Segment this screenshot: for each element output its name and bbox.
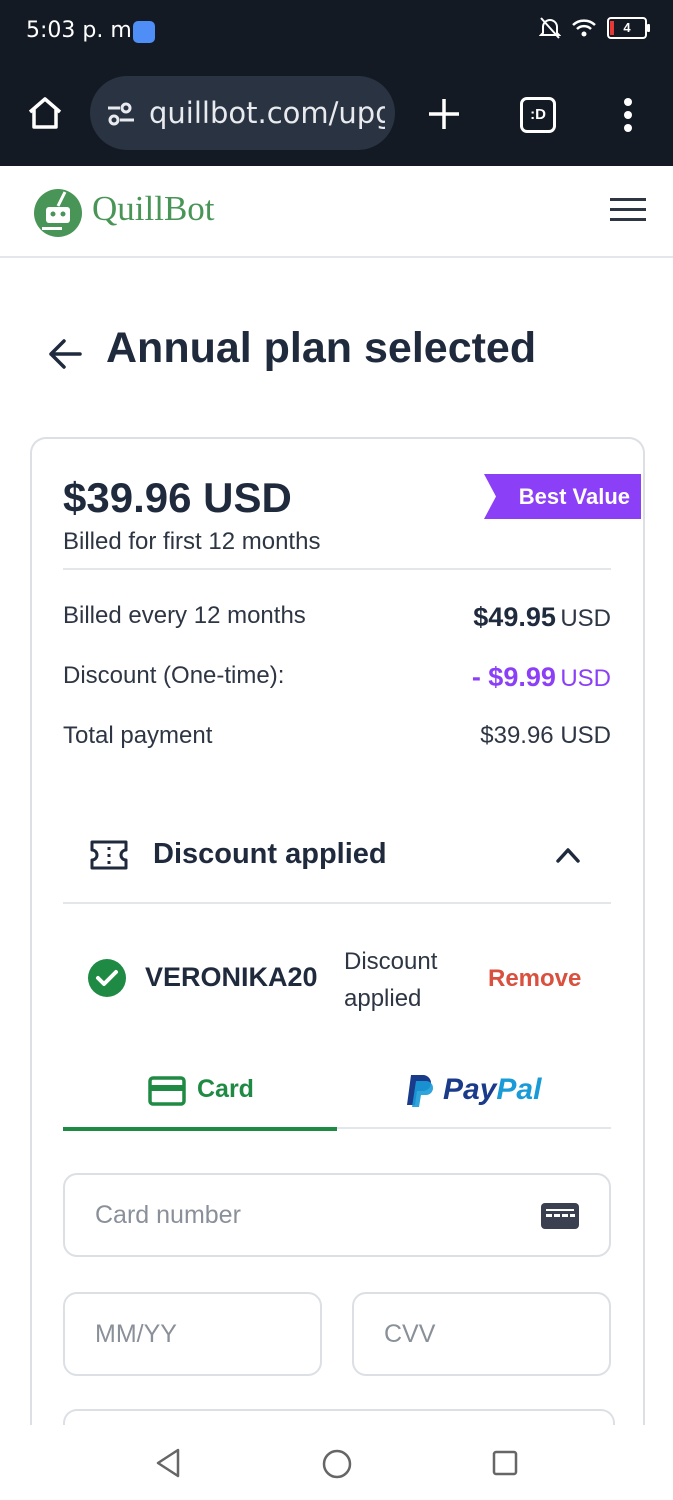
plan-price: $39.96 USD [63, 474, 292, 521]
billed-currency: USD [560, 605, 611, 632]
site-settings-icon[interactable] [106, 101, 136, 127]
browser-toolbar: quillbot.com/upgrade :D [0, 64, 673, 166]
battery-icon: 4 [607, 17, 650, 39]
nav-recents-icon[interactable] [492, 1450, 518, 1476]
page-title-row: Annual plan selected [48, 324, 648, 384]
plan-billing-note: Billed for first 12 months [63, 528, 321, 555]
page-title: Annual plan selected [106, 324, 537, 372]
expiry-input[interactable] [95, 1294, 274, 1374]
address-bar[interactable]: quillbot.com/upgrade [90, 76, 395, 150]
site-header: QuillBot [0, 167, 673, 258]
paypal-text-pal: Pal [496, 1073, 542, 1106]
total-row: Total payment $39.96 USD [63, 722, 611, 758]
plan-summary-card: $39.96 USD Billed for first 12 months Be… [30, 437, 645, 1479]
paypal-logo-text[interactable]: PayPal [443, 1073, 541, 1107]
discount-amount: - $9.99 [471, 662, 556, 692]
nav-back-icon[interactable] [155, 1448, 181, 1478]
card-type-icon [541, 1203, 579, 1229]
wifi-icon [572, 19, 596, 37]
status-bar: 5:03 p. m. 4 [0, 0, 673, 64]
divider [63, 568, 611, 570]
paypal-icon [407, 1075, 433, 1107]
credit-card-icon [148, 1076, 186, 1106]
discount-currency: USD [560, 665, 611, 692]
discount-row: Discount (One-time): - $9.99 USD [63, 662, 611, 698]
applied-code-row: VERONIKA20 Discount applied Remove [63, 937, 611, 1027]
billed-label: Billed every 12 months [63, 602, 306, 629]
more-options-icon[interactable] [623, 98, 633, 132]
tab-switcher-button[interactable]: :D [520, 97, 556, 133]
discount-accordion-header[interactable]: Discount applied [63, 814, 611, 904]
card-number-input[interactable] [95, 1175, 476, 1255]
new-tab-icon[interactable] [426, 96, 462, 132]
home-icon[interactable] [26, 95, 64, 131]
tab-paypal[interactable]: PayPal [337, 1059, 611, 1127]
chevron-up-icon[interactable] [556, 847, 580, 863]
cvv-input[interactable] [384, 1294, 563, 1374]
url-text[interactable]: quillbot.com/upgrade [149, 96, 385, 130]
tab-card[interactable]: Card [63, 1059, 337, 1131]
status-icons: 4 [539, 16, 650, 40]
mute-icon [539, 17, 561, 39]
best-value-badge: Best Value [484, 474, 641, 519]
system-navigation-bar [0, 1425, 673, 1500]
billed-row: Billed every 12 months $49.95 USD [63, 602, 611, 638]
cvv-field[interactable] [352, 1292, 611, 1376]
discount-title[interactable]: Discount applied [153, 838, 387, 871]
logo-text[interactable]: QuillBot [92, 189, 215, 229]
billed-value: $49.95 USD [473, 602, 611, 633]
discount-label: Discount (One-time): [63, 662, 285, 689]
discount-status: Discount applied [344, 948, 438, 1012]
badge-label: Best Value [518, 484, 630, 509]
total-value: $39.96 USD [480, 722, 611, 749]
status-time: 5:03 p. m. [26, 18, 139, 43]
back-arrow-icon[interactable] [48, 338, 82, 370]
paypal-text-pay: Pay [443, 1073, 497, 1106]
discount-code: VERONIKA20 [145, 962, 318, 992]
notification-icon [133, 21, 155, 43]
expiry-field[interactable] [63, 1292, 322, 1376]
discount-value: - $9.99 USD [472, 662, 611, 693]
check-circle-icon [88, 959, 126, 997]
card-number-field[interactable] [63, 1173, 611, 1257]
remove-discount-button[interactable]: Remove [488, 965, 581, 993]
billed-amount: $49.95 [473, 602, 556, 632]
nav-home-icon[interactable] [322, 1449, 352, 1479]
hamburger-menu-icon[interactable] [610, 197, 646, 223]
coupon-icon [90, 840, 128, 870]
total-label: Total payment [63, 722, 213, 749]
tab-card-label[interactable]: Card [197, 1075, 254, 1104]
payment-method-tabs: Card PayPal [63, 1059, 611, 1131]
quillbot-logo-icon[interactable] [32, 187, 84, 237]
